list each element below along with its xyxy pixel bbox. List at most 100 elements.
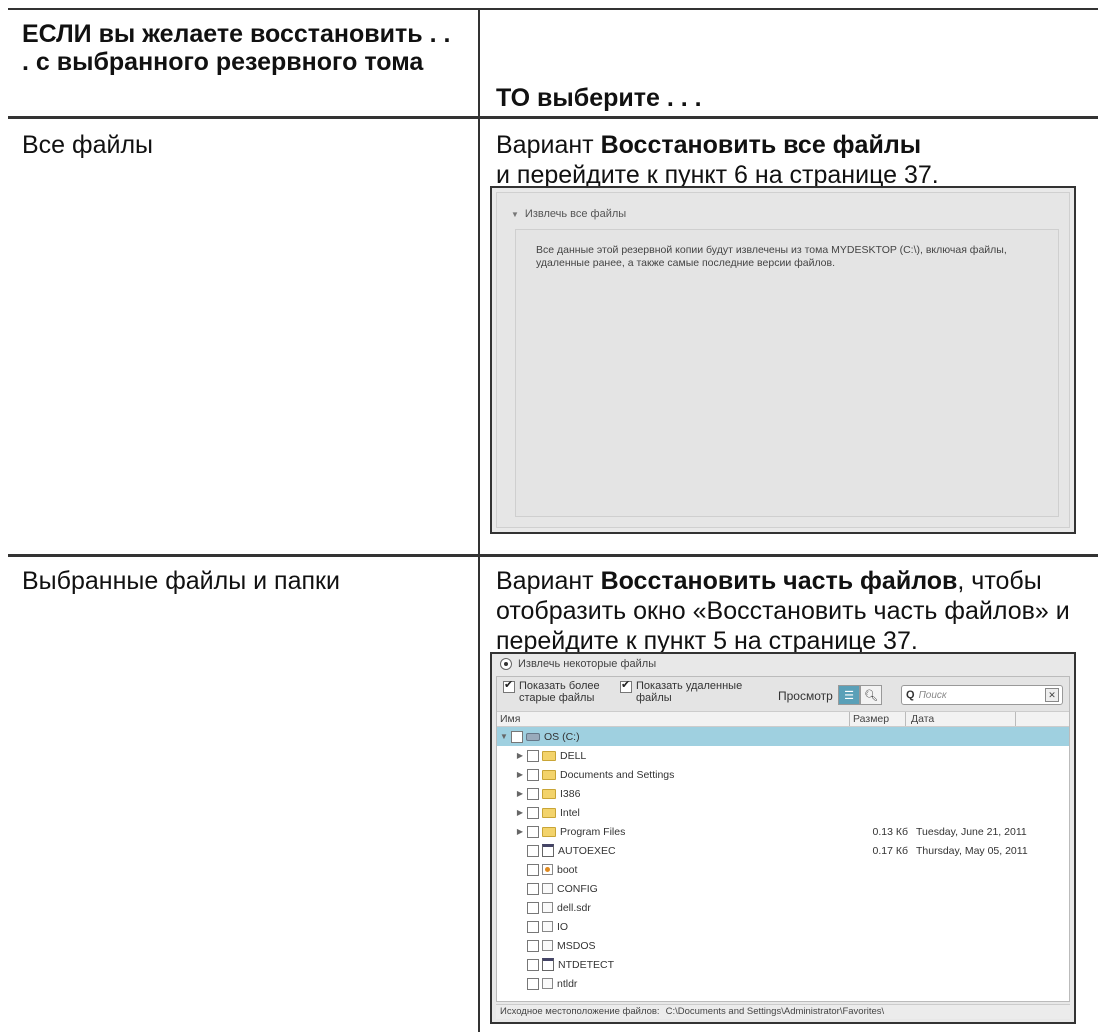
expand-open-icon[interactable]: ▼ — [499, 732, 509, 741]
column-size[interactable]: Размер — [853, 713, 889, 725]
restore-some-option[interactable]: Извлечь некоторые файлы — [500, 658, 656, 670]
show-older-files-option[interactable]: Показать более старые файлы — [503, 679, 618, 704]
row-checkbox[interactable] — [527, 826, 539, 838]
column-header-row: Имя Размер Дата — [497, 712, 1069, 727]
expand-closed-icon[interactable]: ▶ — [515, 808, 525, 817]
clear-search-icon[interactable]: ✕ — [1045, 688, 1059, 702]
column-separator[interactable] — [1015, 712, 1016, 726]
file-tree-row[interactable]: CONFIG — [497, 879, 1069, 898]
list-icon: ☰ — [844, 689, 854, 702]
row-checkbox[interactable] — [527, 940, 539, 952]
show-deleted-files-option[interactable]: Показать удаленные файлы — [620, 679, 745, 704]
row1-then-option: Восстановить все файлы — [600, 131, 922, 159]
row-checkbox[interactable] — [527, 864, 539, 876]
file-tree-row[interactable]: ntldr — [497, 974, 1069, 993]
search-view-button[interactable]: 🔍︎ — [860, 685, 882, 705]
file-tree-row[interactable]: IO — [497, 917, 1069, 936]
row2-if: Выбранные файлы и папки — [22, 567, 340, 595]
file-size: 0.13 Кб — [872, 825, 908, 838]
boot-icon — [542, 864, 553, 875]
restore-some-title: Извлечь некоторые файлы — [518, 658, 657, 670]
file-tree-row[interactable]: ▶ DELL — [497, 746, 1069, 765]
file-tree-row[interactable]: boot — [497, 860, 1069, 879]
file-name: ntldr — [557, 977, 578, 990]
search-input[interactable]: Q Поиск ✕ — [901, 685, 1063, 705]
row-checkbox[interactable] — [527, 883, 539, 895]
file-name: MSDOS — [557, 939, 596, 952]
column-separator[interactable] — [905, 712, 906, 726]
expand-closed-icon[interactable]: ▶ — [515, 789, 525, 798]
row2-then: Вариант Восстановить часть файлов, чтобы… — [496, 566, 1086, 656]
folder-icon — [542, 788, 556, 799]
show-older-files-label: Показать более старые файлы — [519, 680, 600, 704]
row-checkbox[interactable] — [527, 807, 539, 819]
restore-all-section-header[interactable]: ▼ Извлечь все файлы — [511, 208, 626, 220]
drive-icon — [526, 732, 540, 741]
table-top-border — [8, 8, 1098, 10]
restore-all-panel: ▼ Извлечь все файлы Все данные этой резе… — [496, 192, 1070, 528]
header-bottom-border — [8, 116, 1098, 119]
row1-then-prefix: Вариант — [496, 131, 601, 159]
file-name: OS (C:) — [544, 730, 580, 743]
view-label: Просмотр — [778, 689, 833, 703]
file-browser-toolbar: Показать более старые файлы Показать уда… — [497, 677, 1069, 712]
file-tree-row[interactable]: dell.sdr — [497, 898, 1069, 917]
file-name: boot — [557, 863, 578, 876]
folder-icon — [542, 750, 556, 761]
restore-all-screenshot: ▼ Извлечь все файлы Все данные этой резе… — [490, 186, 1076, 534]
file-tree-row[interactable]: ▼ OS (C:) — [497, 727, 1069, 746]
file-name: CONFIG — [557, 882, 598, 895]
expand-closed-icon[interactable]: ▶ — [515, 751, 525, 760]
search-placeholder: Поиск — [918, 689, 947, 701]
row-checkbox[interactable] — [511, 731, 523, 743]
exe-icon — [542, 844, 554, 857]
restore-all-description-box: Все данные этой резервной копии будут из… — [515, 229, 1059, 517]
radio-selected-icon[interactable] — [500, 658, 512, 670]
file-icon — [542, 883, 553, 894]
file-name: NTDETECT — [558, 958, 614, 971]
file-name: AUTOEXEC — [558, 844, 616, 857]
row-checkbox[interactable] — [527, 788, 539, 800]
file-name: I386 — [560, 787, 581, 800]
column-date[interactable]: Дата — [911, 713, 934, 725]
file-tree-row[interactable]: ▶ Intel — [497, 803, 1069, 822]
file-date: Tuesday, June 21, 2011 — [916, 825, 1027, 838]
checkbox-checked-icon[interactable] — [503, 679, 515, 693]
row-checkbox[interactable] — [527, 978, 539, 990]
file-icon — [542, 940, 553, 951]
folder-icon — [542, 807, 556, 818]
file-name: DELL — [560, 749, 587, 762]
file-tree-row[interactable]: ▶ Documents and Settings — [497, 765, 1069, 784]
file-icon — [542, 921, 553, 932]
row-checkbox[interactable] — [527, 921, 539, 933]
row2-then-prefix: Вариант — [496, 567, 601, 595]
column-name[interactable]: Имя — [500, 713, 520, 725]
list-view-button[interactable]: ☰ — [838, 685, 860, 705]
row-checkbox[interactable] — [527, 845, 539, 857]
file-tree-row[interactable]: NTDETECT — [497, 955, 1069, 974]
header-then: ТО выберите . . . — [496, 84, 702, 112]
expand-closed-icon[interactable]: ▶ — [515, 827, 525, 836]
row1-if: Все файлы — [22, 131, 154, 159]
row-checkbox[interactable] — [527, 750, 539, 762]
file-tree-row[interactable]: MSDOS — [497, 936, 1069, 955]
file-tree-row[interactable]: ▶ I386 — [497, 784, 1069, 803]
show-deleted-files-label: Показать удаленные файлы — [636, 680, 743, 704]
file-tree-row[interactable]: ▶ Program Files 0.13 Кб Tuesday, June 21, 2… — [497, 822, 1069, 841]
expand-closed-icon[interactable]: ▶ — [515, 770, 525, 779]
source-location-label: Исходное местоположение файлов: — [500, 1006, 660, 1017]
file-name: dell.sdr — [557, 901, 591, 914]
restore-all-description: Все данные этой резервной копии будут из… — [536, 244, 1007, 269]
folder-icon — [542, 826, 556, 837]
file-date: Thursday, May 05, 2011 — [916, 844, 1028, 857]
search-icon: Q — [906, 689, 915, 701]
row-divider — [8, 554, 1098, 557]
row-checkbox[interactable] — [527, 959, 539, 971]
row-checkbox[interactable] — [527, 769, 539, 781]
file-tree-row[interactable]: AUTOEXEC 0.17 Кб Thursday, May 05, 2011 — [497, 841, 1069, 860]
checkbox-checked-icon[interactable] — [620, 679, 632, 693]
column-separator[interactable] — [849, 712, 850, 726]
row-checkbox[interactable] — [527, 902, 539, 914]
folder-icon — [542, 769, 556, 780]
source-location-bar: Исходное местоположение файлов: C:\Docume… — [496, 1004, 1070, 1019]
